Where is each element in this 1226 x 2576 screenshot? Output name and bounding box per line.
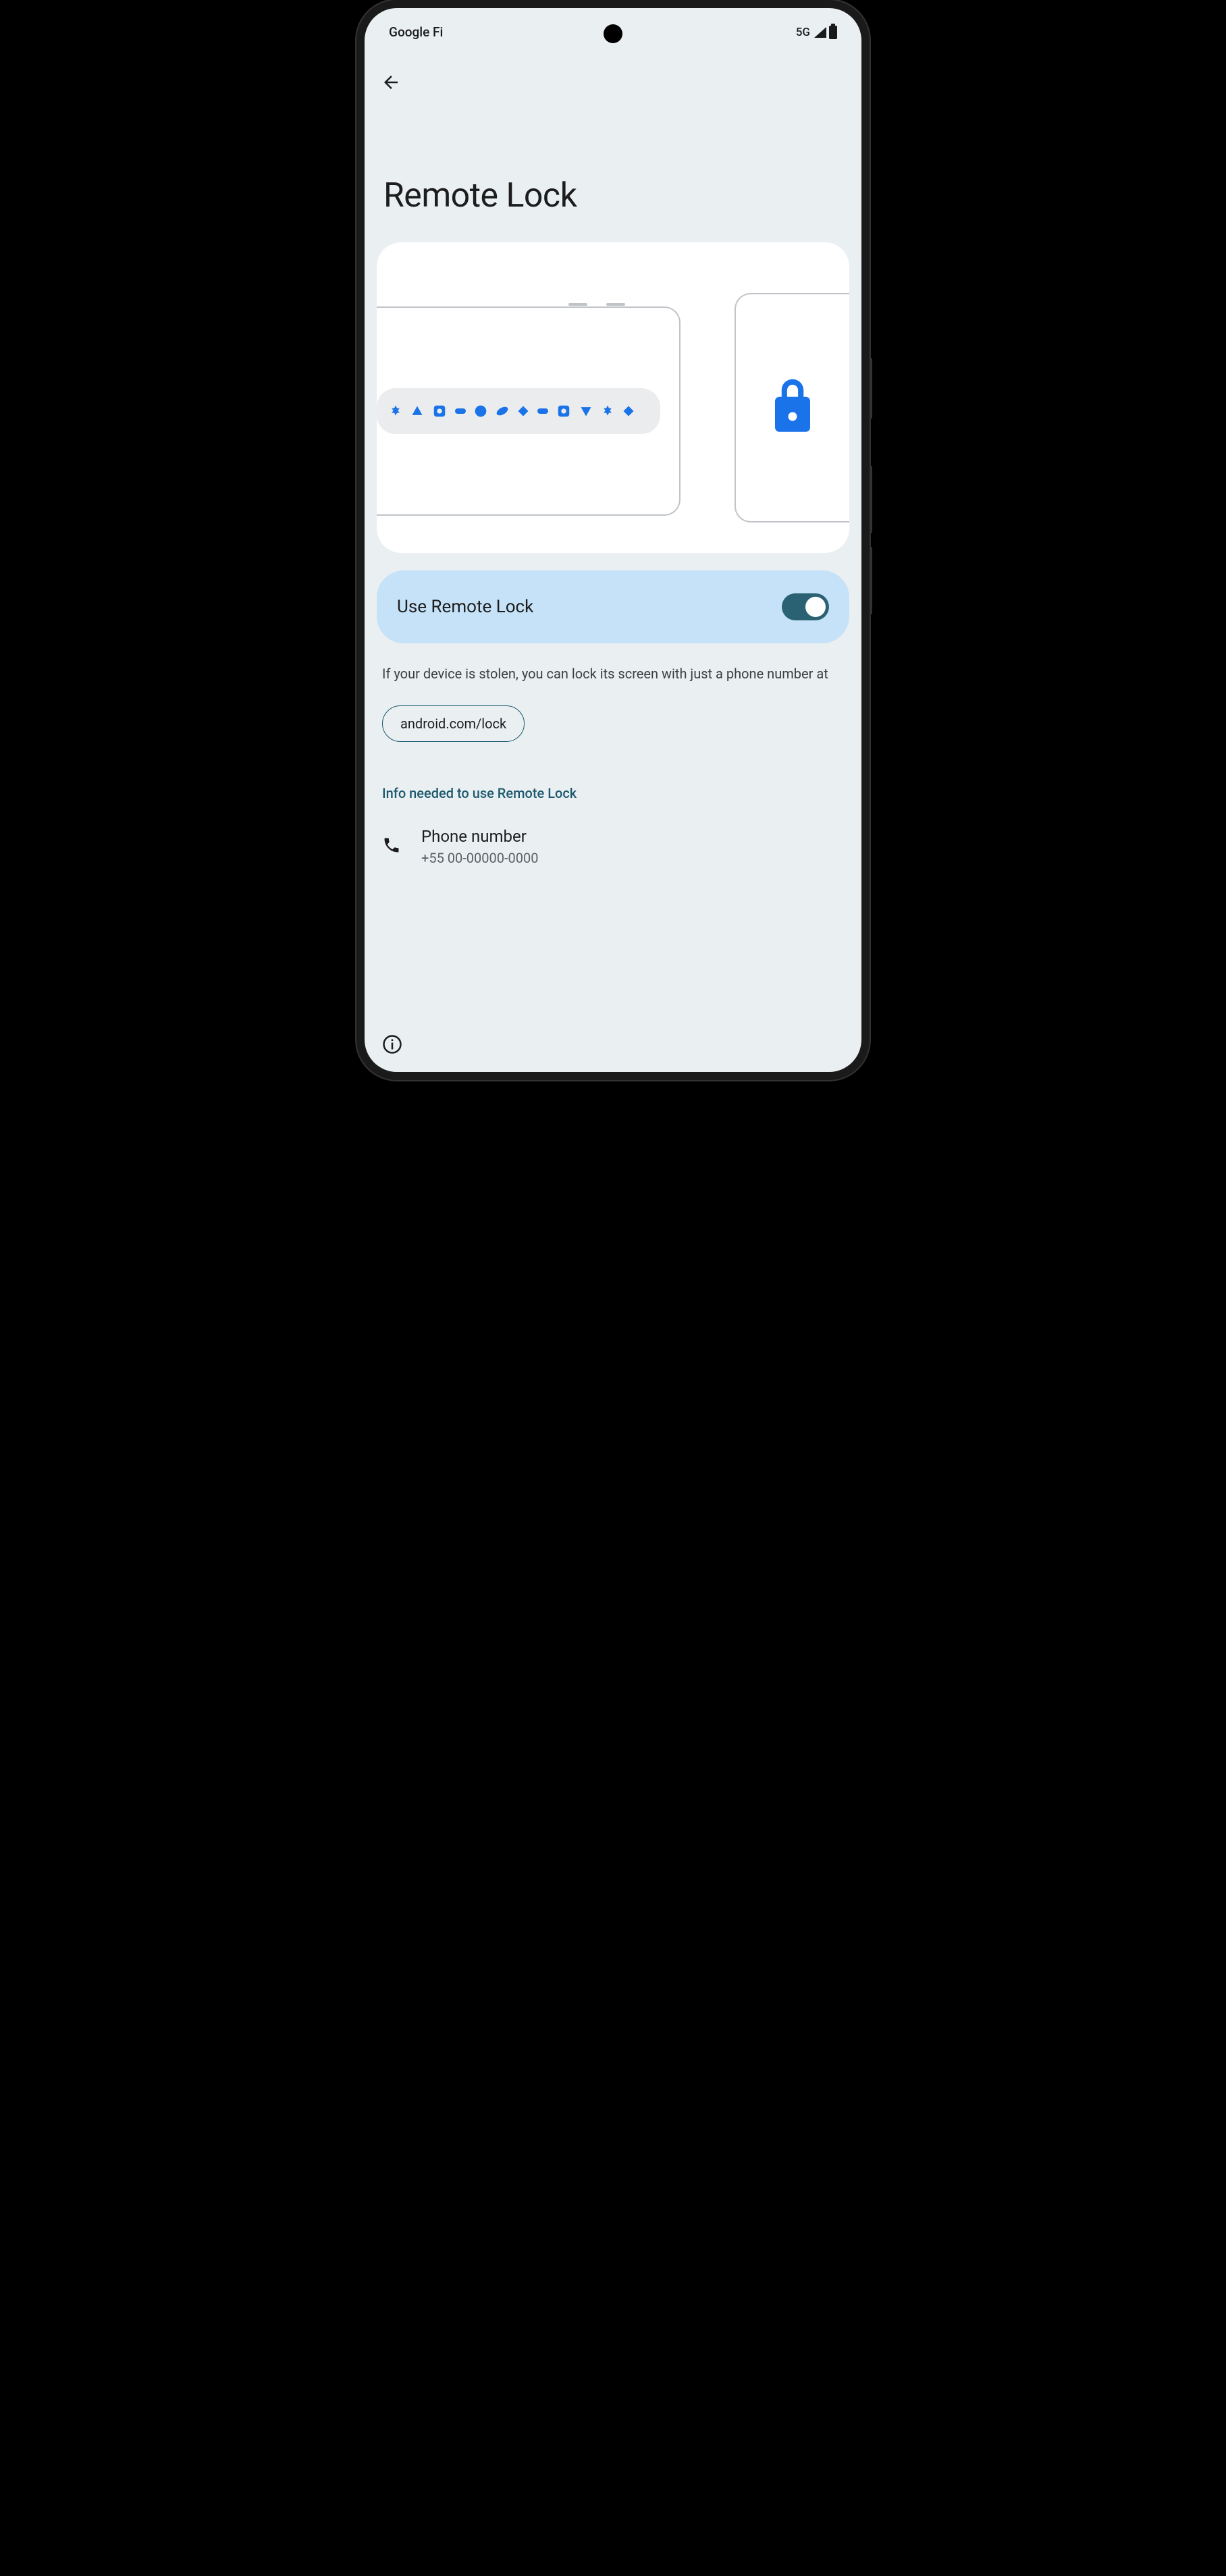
toggle-label: Use Remote Lock [397, 597, 533, 617]
status-right: 5G [796, 26, 837, 39]
section-header: Info needed to use Remote Lock [365, 747, 861, 809]
phone-frame: Google Fi 5G Remote Lock [356, 0, 870, 1080]
illustration-card [377, 242, 849, 553]
password-glyph-icon [496, 404, 509, 418]
info-icon [382, 1034, 402, 1054]
battery-icon [829, 26, 837, 39]
password-glyph-icon [432, 404, 447, 419]
phone-number-title: Phone number [421, 827, 844, 846]
lock-icon [766, 374, 819, 441]
phone-number-item[interactable]: Phone number +55 00-00000-0000 [365, 809, 861, 886]
password-glyph-icon [455, 408, 466, 414]
password-glyph-icon [622, 405, 635, 417]
password-glyph-icon [517, 405, 529, 417]
camera-cutout [604, 24, 622, 43]
url-chip[interactable]: android.com/lock [382, 705, 525, 742]
password-glyph-icon [389, 404, 402, 418]
page-title: Remote Lock [365, 95, 861, 242]
toggle-switch[interactable] [782, 593, 829, 620]
use-remote-lock-toggle-row[interactable]: Use Remote Lock [377, 570, 849, 643]
volume-up-button [870, 466, 872, 533]
toggle-knob [805, 597, 826, 617]
device-detail-icon [568, 303, 625, 306]
signal-icon [814, 27, 826, 38]
device-illustration-left [377, 306, 681, 516]
password-glyph-icon [601, 404, 614, 418]
phone-screen: Google Fi 5G Remote Lock [365, 8, 861, 1072]
arrow-back-icon [381, 72, 401, 92]
description-text: If your device is stolen, you can lock i… [365, 643, 861, 700]
password-field-illustration [377, 388, 660, 434]
password-glyph-icon [556, 404, 571, 419]
network-label: 5G [796, 26, 810, 39]
phone-number-content: Phone number +55 00-00000-0000 [421, 827, 844, 866]
back-button[interactable] [365, 48, 861, 95]
volume-down-button [870, 547, 872, 614]
password-glyph-icon [410, 404, 424, 418]
carrier-label: Google Fi [389, 24, 443, 40]
phone-number-value: +55 00-00000-0000 [421, 850, 844, 866]
password-glyph-icon [537, 408, 548, 414]
side-button [870, 358, 872, 419]
password-glyph-icon [474, 404, 487, 418]
password-glyph-icon [579, 404, 593, 418]
phone-icon [382, 836, 401, 857]
device-illustration-right [735, 293, 849, 522]
info-button[interactable] [382, 1034, 402, 1057]
